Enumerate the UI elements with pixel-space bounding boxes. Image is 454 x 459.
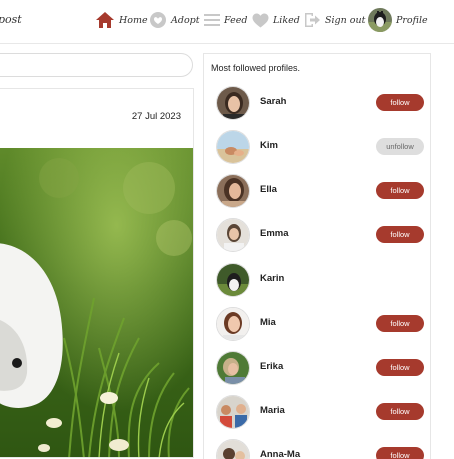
nav-home[interactable]: Home (95, 8, 148, 32)
nav-liked[interactable]: Liked (252, 8, 300, 32)
avatar[interactable] (216, 439, 250, 459)
avatar[interactable] (216, 130, 250, 164)
follow-button[interactable]: follow (376, 226, 424, 243)
nav-feed-label: Feed (224, 14, 248, 26)
avatar[interactable] (216, 395, 250, 429)
post-photo[interactable] (0, 148, 194, 458)
nav-sign-out-label: Sign out (325, 14, 366, 26)
post-card: 27 Jul 2023 (0, 88, 194, 458)
nav-profile[interactable]: Profile (368, 8, 428, 32)
nav-adopt-label: Adopt (171, 14, 200, 26)
profile-row-ella: Ella follow (216, 174, 426, 210)
nav-sign-out[interactable]: Sign out (304, 8, 365, 32)
avatar[interactable] (216, 174, 250, 208)
follow-button[interactable]: follow (376, 447, 424, 459)
avatar[interactable] (216, 351, 250, 385)
profile-name[interactable]: Karin (260, 273, 284, 284)
profile-name[interactable]: Kim (260, 140, 278, 151)
nav-home-label: Home (119, 14, 148, 26)
feed-icon (204, 13, 220, 27)
profile-row-anna-ma: Anna-Ma follow (216, 439, 426, 459)
search-input[interactable] (0, 53, 193, 77)
profile-row-emma: Emma follow (216, 218, 426, 254)
unfollow-button[interactable]: unfollow (376, 138, 424, 155)
profile-row-sarah: Sarah follow (216, 86, 426, 122)
home-icon (95, 11, 115, 29)
avatar[interactable] (216, 263, 250, 297)
avatar[interactable] (216, 218, 250, 252)
profile-row-erika: Erika follow (216, 351, 426, 387)
nav-profile-label: Profile (396, 14, 428, 26)
follow-button[interactable]: follow (376, 182, 424, 199)
profile-name[interactable]: Mia (260, 317, 276, 328)
follow-button[interactable]: follow (376, 403, 424, 420)
profile-name[interactable]: Emma (260, 228, 289, 239)
profile-name[interactable]: Anna-Ma (260, 449, 300, 459)
follow-button[interactable]: follow (376, 315, 424, 332)
nav-feed[interactable]: Feed (204, 8, 247, 32)
profile-name[interactable]: Erika (260, 361, 283, 372)
top-navbar: post Home Adopt Feed Liked Sign out Prof… (0, 0, 454, 44)
profile-row-karin: Karin (216, 263, 426, 299)
post-date: 27 Jul 2023 (131, 111, 181, 122)
profile-avatar (368, 8, 392, 32)
follow-button[interactable]: follow (376, 359, 424, 376)
avatar[interactable] (216, 86, 250, 120)
heart-icon (252, 13, 269, 28)
nav-liked-label: Liked (273, 14, 300, 26)
profile-row-maria: Maria follow (216, 395, 426, 431)
profile-row-mia: Mia follow (216, 307, 426, 343)
most-followed-panel: Most followed profiles. Sarah follow Kim… (203, 53, 431, 459)
profile-name[interactable]: Maria (260, 405, 285, 416)
profile-row-kim: Kim unfollow (216, 130, 426, 166)
profile-name[interactable]: Ella (260, 184, 277, 195)
brand-logo-text[interactable]: post (0, 13, 22, 26)
adopt-icon (149, 11, 167, 29)
panel-title: Most followed profiles. (211, 63, 301, 73)
nav-adopt[interactable]: Adopt (149, 8, 200, 32)
follow-button[interactable]: follow (376, 94, 424, 111)
profile-name[interactable]: Sarah (260, 96, 286, 107)
sign-out-icon (304, 12, 321, 28)
avatar[interactable] (216, 307, 250, 341)
